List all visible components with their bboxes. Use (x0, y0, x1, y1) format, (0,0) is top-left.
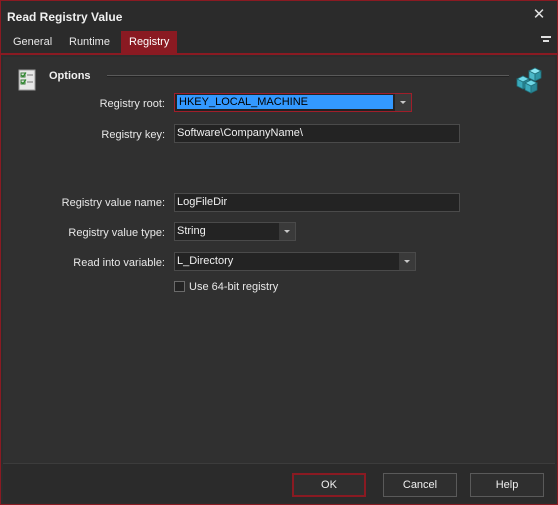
menu-icon[interactable] (541, 36, 551, 48)
registry-key-label: Registry key: (101, 129, 165, 141)
read-into-label: Read into variable: (73, 257, 165, 269)
chevron-down-icon[interactable] (395, 94, 411, 111)
chevron-down-icon[interactable] (399, 253, 415, 270)
value-name-label: Registry value name: (61, 197, 165, 209)
options-section-label: Options (49, 70, 91, 82)
use-64bit-label: Use 64-bit registry (189, 281, 279, 293)
section-divider (107, 75, 509, 77)
registry-root-label: Registry root: (99, 98, 165, 110)
value-name-input[interactable]: LogFileDir (174, 193, 460, 212)
read-into-value: L_Directory (177, 255, 234, 267)
tab-runtime[interactable]: Runtime (61, 31, 118, 53)
chevron-down-icon[interactable] (279, 223, 295, 240)
close-icon[interactable]: ✕ (531, 7, 547, 23)
registry-panel: Options Registry root: HKEY_LOCAL_MACHIN… (3, 57, 555, 463)
dialog-window: Read Registry Value ✕ General Runtime Re… (0, 0, 558, 505)
window-title: Read Registry Value (7, 10, 123, 24)
button-bar: OK Cancel Help (3, 463, 555, 503)
tab-bar: General Runtime Registry (1, 31, 557, 55)
tab-registry[interactable]: Registry (121, 31, 178, 53)
cancel-button[interactable]: Cancel (383, 473, 457, 497)
checklist-icon (18, 69, 36, 91)
registry-cubes-icon (516, 67, 542, 94)
read-into-select[interactable]: L_Directory (174, 252, 416, 271)
registry-root-value: HKEY_LOCAL_MACHINE (177, 95, 393, 109)
registry-root-select[interactable]: HKEY_LOCAL_MACHINE (174, 93, 412, 112)
title-bar: Read Registry Value ✕ (1, 1, 557, 31)
value-type-select[interactable]: String (174, 222, 296, 241)
tab-general[interactable]: General (5, 31, 60, 53)
registry-key-input[interactable]: Software\CompanyName\ (174, 124, 460, 143)
help-button[interactable]: Help (470, 473, 544, 497)
use-64bit-checkbox[interactable] (174, 281, 185, 292)
value-type-label: Registry value type: (68, 227, 165, 239)
ok-button[interactable]: OK (292, 473, 366, 497)
value-type-value: String (177, 225, 206, 237)
